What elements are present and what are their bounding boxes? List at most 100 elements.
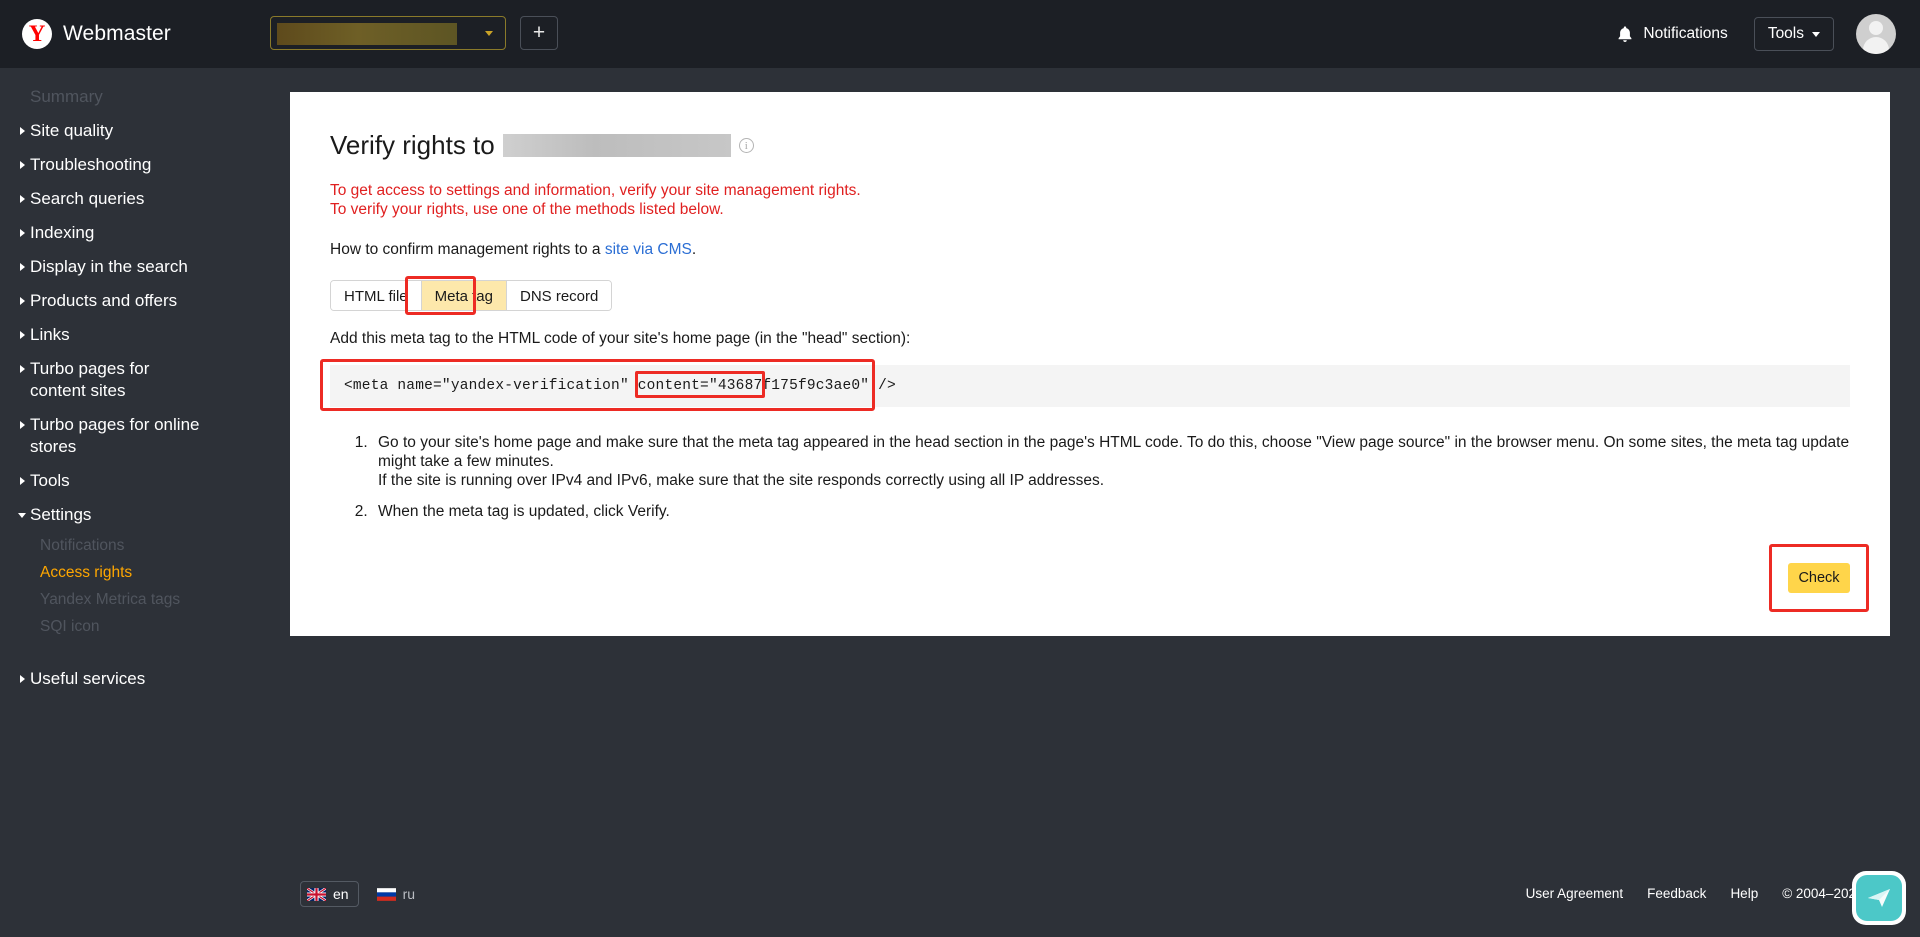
site-selector-dropdown[interactable] [270, 16, 506, 50]
send-paper-plane-icon [1868, 889, 1890, 907]
sidebar-item-summary[interactable]: Summary [0, 80, 290, 114]
sidebar-item-site-quality[interactable]: Site quality [0, 114, 290, 148]
sidebar-item-label: Turbo pages for online stores [30, 415, 200, 456]
verification-method-tabs: HTML file Meta tag DNS record [330, 276, 613, 315]
chevron-right-icon [20, 297, 25, 305]
russia-flag-icon [376, 887, 396, 901]
footer-link-feedback[interactable]: Feedback [1647, 886, 1706, 901]
chat-icon-background [1856, 875, 1902, 921]
code-verification-value: 43687f175f9c3ae0 [717, 378, 861, 394]
chevron-right-icon [20, 421, 25, 429]
site-name-redacted [502, 134, 731, 157]
sidebar-item-label: Tools [30, 471, 70, 490]
sidebar-nav: Summary Site quality Troubleshooting Sea… [0, 68, 290, 937]
sidebar-item-label: Settings [30, 505, 92, 524]
notifications-label: Notifications [1643, 25, 1728, 42]
tab-html-file[interactable]: HTML file [331, 281, 422, 310]
sidebar-item-indexing[interactable]: Indexing [0, 216, 290, 250]
instruction-steps: Go to your site's home page and make sur… [372, 433, 1850, 521]
check-button-region: Check [1769, 544, 1869, 612]
language-switcher: en ru [300, 881, 415, 907]
sidebar-item-label: Site quality [30, 121, 114, 140]
tools-label: Tools [1767, 25, 1804, 42]
chevron-right-icon [20, 331, 25, 339]
chevron-right-icon [20, 263, 25, 271]
sidebar-subitem-access-rights[interactable]: Access rights [0, 559, 290, 586]
sidebar-item-label: Turbo pages for content sites [30, 359, 150, 400]
howto-suffix: . [691, 241, 697, 258]
sidebar-item-label: Indexing [30, 223, 95, 242]
list-item: Go to your site's home page and make sur… [372, 433, 1850, 490]
sidebar-item-search-queries[interactable]: Search queries [0, 182, 290, 216]
instruction-intro: Add this meta tag to the HTML code of yo… [330, 330, 911, 347]
meta-tag-code-region: <meta name="yandex-verification" content… [320, 359, 1850, 411]
sidebar-item-products-and-offers[interactable]: Products and offers [0, 284, 290, 318]
chevron-right-icon [20, 161, 25, 169]
warning-line-1: To get access to settings and informatio… [330, 182, 861, 199]
add-site-button[interactable]: + [520, 16, 558, 50]
notifications-button[interactable]: Notifications [1616, 25, 1728, 44]
info-icon[interactable]: i [738, 138, 754, 153]
tab-meta-tag[interactable]: Meta tag [421, 281, 507, 310]
step-1-subtext: If the site is running over IPv4 and IPv… [378, 472, 1105, 489]
step-2-text: When the meta tag is updated, click Veri… [378, 503, 670, 520]
warning-line-2: To verify your rights, use one of the me… [330, 201, 724, 218]
chevron-right-icon [20, 675, 25, 683]
footer-link-help[interactable]: Help [1730, 886, 1758, 901]
step-1-text: Go to your site's home page and make sur… [378, 434, 1850, 470]
page-title-text: Verify rights to [330, 130, 495, 160]
page-footer: en ru User Agreement Feedback Help © 200… [290, 867, 1920, 937]
list-item: When the meta tag is updated, click Veri… [372, 502, 1850, 521]
sidebar-item-useful-services[interactable]: Useful services [0, 662, 290, 696]
brand-title: Webmaster [63, 22, 171, 45]
yandex-logo-icon: Y [22, 19, 52, 49]
footer-link-user-agreement[interactable]: User Agreement [1526, 886, 1624, 901]
chevron-down-icon [485, 30, 493, 36]
howto-line: How to confirm management rights to a si… [330, 241, 1850, 259]
chevron-right-icon [20, 365, 25, 373]
main-content-card: Verify rights to i To get access to sett… [290, 92, 1890, 636]
sidebar-item-label: Troubleshooting [30, 155, 152, 174]
language-option-en[interactable]: en [300, 881, 359, 907]
sidebar-item-label: Useful services [30, 669, 146, 688]
sidebar-subitem-yandex-metrica-tags[interactable]: Yandex Metrica tags [0, 586, 290, 613]
user-avatar[interactable] [1856, 14, 1896, 54]
chevron-right-icon [20, 127, 25, 135]
sidebar-item-label: Search queries [30, 189, 145, 208]
sidebar-item-label: Products and offers [30, 291, 178, 310]
bell-icon [1616, 25, 1634, 44]
language-label: en [333, 886, 349, 902]
sidebar-item-links[interactable]: Links [0, 318, 290, 352]
sidebar-item-troubleshooting[interactable]: Troubleshooting [0, 148, 290, 182]
chevron-right-icon [20, 195, 25, 203]
brand-logo[interactable]: Y Webmaster [22, 19, 171, 49]
howto-prefix: How to confirm management rights to a [330, 241, 605, 258]
chat-widget-button[interactable] [1852, 871, 1906, 925]
chevron-down-icon [1812, 31, 1820, 37]
chevron-right-icon [20, 229, 25, 237]
footer-links: User Agreement Feedback Help © 2004–2022… [1526, 886, 1890, 901]
check-button[interactable]: Check [1788, 563, 1850, 593]
cms-help-link[interactable]: site via CMS [605, 241, 692, 258]
tab-dns-record[interactable]: DNS record [507, 281, 612, 310]
chevron-right-icon [20, 477, 25, 485]
sidebar-item-turbo-pages-stores[interactable]: Turbo pages for online stores [0, 408, 220, 464]
sidebar-item-turbo-pages-content[interactable]: Turbo pages for content sites [0, 352, 220, 408]
language-label: ru [402, 886, 416, 902]
uk-flag-icon [307, 887, 326, 901]
meta-tag-code[interactable]: <meta name="yandex-verification" content… [330, 365, 1850, 407]
sidebar-item-settings[interactable]: Settings [0, 498, 290, 532]
warning-message: To get access to settings and informatio… [330, 181, 1850, 219]
chevron-down-icon [18, 513, 26, 518]
sidebar-item-display-in-the-search[interactable]: Display in the search [0, 250, 290, 284]
sidebar-subitem-notifications[interactable]: Notifications [0, 532, 290, 559]
sidebar-item-label: Links [30, 325, 70, 344]
top-bar: Y Webmaster + Notifications Tools [0, 0, 1920, 68]
sidebar-item-label: Display in the search [30, 257, 188, 276]
top-bar-right: Notifications Tools [1616, 0, 1920, 68]
sidebar-subitem-sqi-icon[interactable]: SQI icon [0, 613, 290, 640]
code-prefix: <meta name="yandex-verification" content… [344, 378, 718, 394]
tools-menu-button[interactable]: Tools [1753, 17, 1834, 51]
sidebar-item-tools[interactable]: Tools [0, 464, 290, 498]
language-option-ru[interactable]: ru [376, 886, 416, 902]
